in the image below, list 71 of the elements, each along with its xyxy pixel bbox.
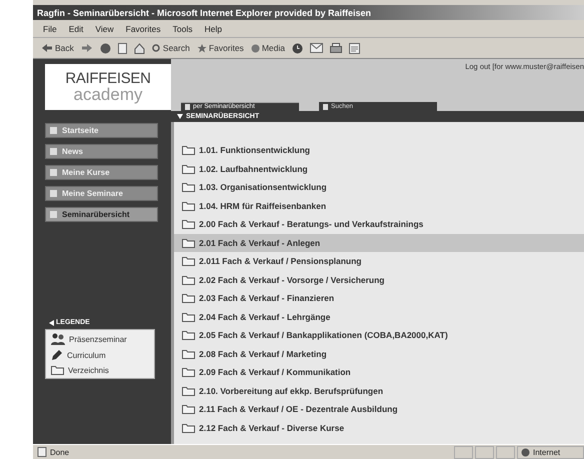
home-icon[interactable] — [134, 42, 145, 54]
menu-item[interactable]: Favorites — [126, 24, 161, 34]
expand-arrow-icon[interactable] — [177, 114, 183, 119]
folder-icon — [182, 312, 195, 322]
forward-arrow-icon[interactable] — [80, 43, 93, 53]
status-pane — [475, 446, 494, 458]
search-icon — [152, 44, 161, 52]
status-text: Done — [50, 448, 70, 456]
search-button[interactable]: Search — [152, 43, 190, 53]
mail-icon[interactable] — [310, 43, 323, 53]
folder-icon — [182, 367, 195, 378]
seminar-folder-item[interactable]: 2.05 Fach & Verkauf / Bankapplikationen (COBA,BA2000,KAT) — [174, 326, 584, 344]
seminar-folder-item[interactable]: 2.08 Fach & Verkauf / Marketing — [174, 344, 584, 363]
folder-icon — [182, 422, 195, 433]
media-icon — [250, 44, 260, 52]
stop-icon[interactable] — [100, 42, 111, 54]
seminar-folder-item[interactable]: 2.02 Fach & Verkauf - Vorsorge / Versicherung — [174, 270, 584, 289]
star-icon — [196, 44, 207, 52]
status-pane — [496, 446, 515, 458]
folder-icon — [182, 182, 195, 192]
status-pane — [454, 446, 473, 458]
zone-text: Internet — [533, 448, 560, 456]
collapse-arrow-icon[interactable] — [49, 320, 54, 326]
seminar-folder-item[interactable]: 1.04. HRM für Raiffeisenbanken — [174, 196, 584, 215]
back-arrow-icon[interactable] — [41, 43, 53, 53]
seminar-folder-item[interactable]: 2.04 Fach & Verkauf - Lehrgänge — [174, 308, 584, 326]
seminar-folder-item[interactable]: 2.00 Fach & Verkauf - Beratungs- und Verkaufstrainings — [174, 215, 584, 234]
folder-icon — [182, 164, 195, 174]
people-icon — [51, 333, 65, 345]
folder-icon — [182, 386, 195, 396]
history-icon[interactable] — [292, 42, 303, 54]
folder-icon — [182, 219, 195, 230]
folder-icon — [182, 348, 195, 359]
seminar-folder-item[interactable]: 2.10. Vorbereitung auf ekkp. Berufsprüfungen — [174, 382, 584, 400]
folder-icon — [51, 365, 64, 375]
legend-label: Curriculum — [67, 350, 106, 360]
seminar-folder-item[interactable]: 1.03. Organisationsentwicklung — [174, 178, 584, 196]
printer-icon[interactable] — [330, 43, 342, 53]
folder-icon — [182, 145, 195, 156]
back-button[interactable]: Back — [41, 43, 74, 53]
legend-label: Verzeichnis — [68, 366, 109, 374]
favorites-button[interactable]: Favorites — [196, 43, 244, 53]
menu-item[interactable]: File — [43, 24, 57, 34]
folder-icon — [182, 293, 195, 304]
nav-button[interactable]: Seminarübersicht — [45, 207, 158, 222]
seminar-folder-item[interactable]: 1.02. Laufbahnentwicklung — [174, 160, 584, 178]
folder-icon — [182, 256, 195, 266]
seminar-folder-item[interactable]: 2.01 Fach & Verkauf - Anlegen — [174, 234, 584, 252]
media-button[interactable]: Media — [250, 43, 285, 53]
seminar-folder-item[interactable]: 2.12 Fach & Verkauf - Diverse Kurse — [174, 418, 584, 437]
folder-icon — [182, 238, 195, 248]
seminar-folder-item[interactable]: 2.011 Fach & Verkauf / Pensionsplanung — [174, 252, 584, 270]
pencil-icon — [51, 349, 63, 361]
seminar-folder-item[interactable]: 2.09 Fach & Verkauf / Kommunikation — [174, 363, 584, 382]
seminar-folder-item[interactable]: 1.01. Funktionsentwicklung — [174, 141, 584, 160]
page-icon — [37, 447, 47, 457]
menu-item[interactable]: Edit — [68, 24, 84, 34]
logo: RAIFFEISEN academy — [45, 64, 171, 110]
seminar-folder-item[interactable]: 2.03 Fach & Verkauf - Finanzieren — [174, 289, 584, 308]
menu-item[interactable]: View — [95, 24, 114, 34]
edit-icon[interactable] — [348, 42, 360, 54]
menu-item[interactable]: Tools — [172, 24, 192, 34]
folder-icon — [182, 200, 195, 211]
folder-icon — [182, 330, 195, 340]
legend-label: Präsenzseminar — [69, 334, 127, 344]
folder-icon — [182, 274, 195, 285]
globe-icon — [521, 448, 530, 456]
window-title: Ragfin - Seminarübersicht - Microsoft Internet Explorer provided by Raiffeisen — [33, 5, 584, 20]
seminar-folder-item[interactable]: 2.11 Fach & Verkauf / OE - Dezentrale Ausbildung — [174, 400, 584, 418]
menu-item[interactable]: Help — [204, 24, 222, 34]
folder-icon — [182, 404, 195, 414]
